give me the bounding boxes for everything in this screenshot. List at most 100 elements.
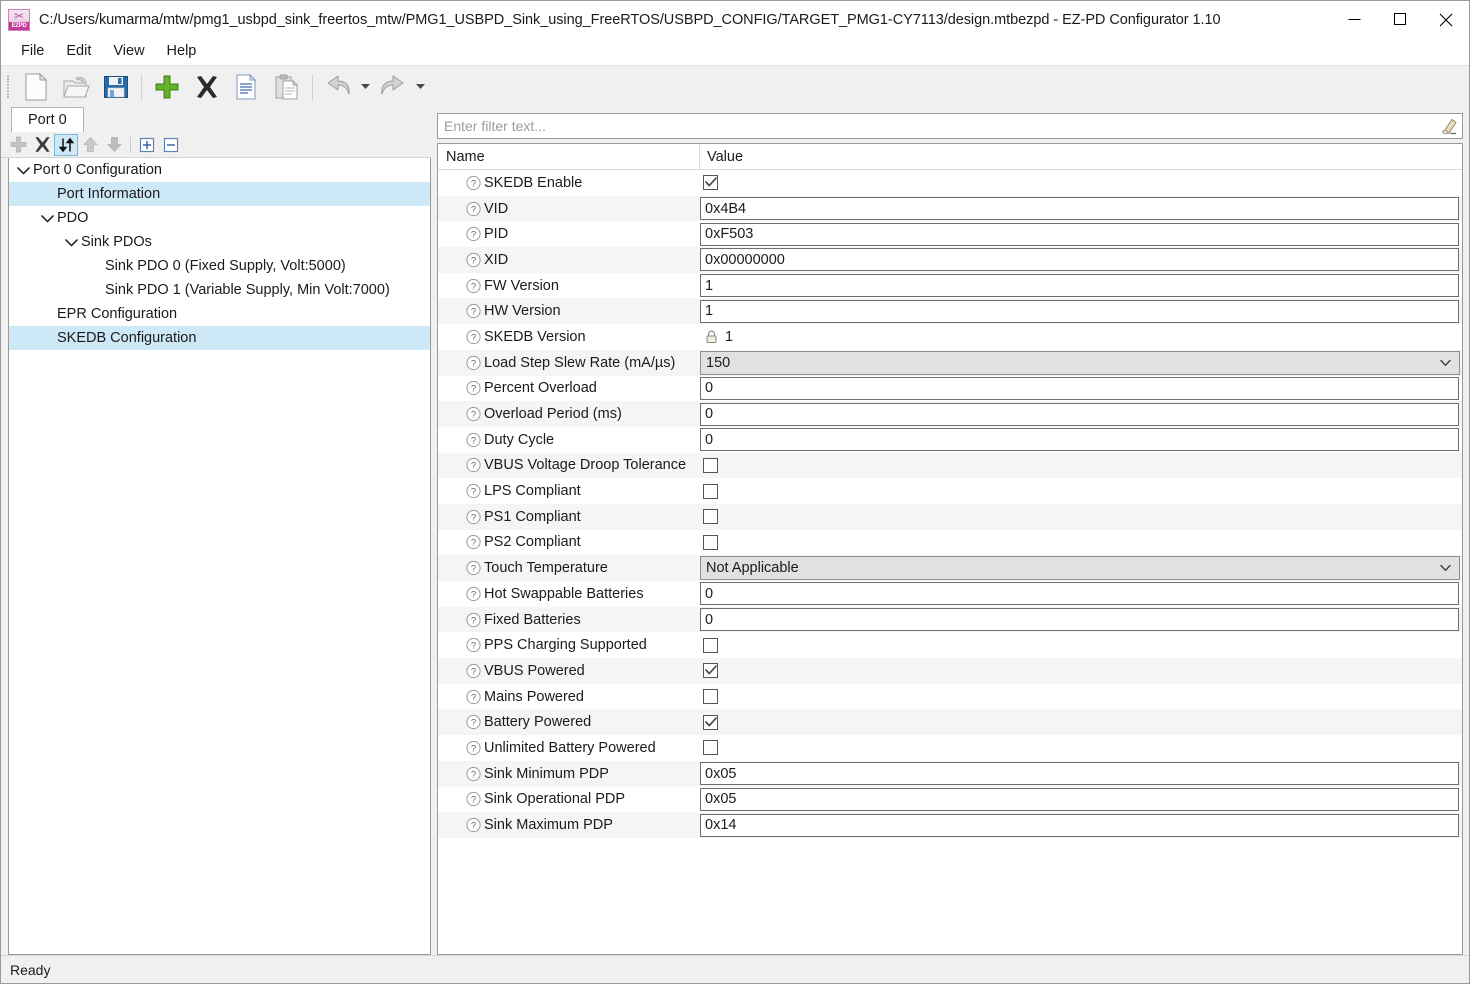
tree-item[interactable]: Sink PDO 0 (Fixed Supply, Volt:5000)	[9, 254, 430, 278]
tree-add-button[interactable]	[6, 134, 30, 156]
copy-button[interactable]	[227, 68, 267, 106]
tree-item[interactable]: EPR Configuration	[9, 302, 430, 326]
save-button[interactable]	[96, 68, 136, 106]
property-name-label: Overload Period (ms)	[484, 406, 622, 423]
question-mark-icon[interactable]: ?	[466, 663, 481, 679]
property-text-input[interactable]: 0x05	[700, 787, 1459, 811]
property-text-input[interactable]: 1	[700, 299, 1459, 323]
question-mark-icon[interactable]: ?	[466, 252, 481, 268]
tree-move-up-button[interactable]	[78, 134, 102, 156]
tree-item[interactable]: PDO	[9, 206, 430, 230]
question-mark-icon[interactable]: ?	[466, 432, 481, 447]
property-text-input[interactable]: 0x4B4	[700, 197, 1459, 221]
menu-edit[interactable]: Edit	[55, 41, 102, 62]
question-mark-icon[interactable]: ?	[466, 766, 481, 781]
question-mark-icon[interactable]: ?	[466, 201, 481, 216]
tree-item[interactable]: Sink PDO 1 (Variable Supply, Min Volt:70…	[9, 278, 430, 302]
question-mark-icon[interactable]: ?	[466, 278, 481, 293]
question-mark-icon[interactable]: ?	[466, 689, 481, 704]
property-text-input[interactable]: 0x05	[700, 762, 1459, 786]
add-button[interactable]	[147, 68, 187, 106]
tree-item[interactable]: SKEDB Configuration	[9, 326, 430, 350]
redo-button[interactable]	[373, 68, 413, 106]
menu-file[interactable]: File	[10, 41, 55, 62]
question-mark-icon[interactable]: ?	[466, 792, 481, 807]
question-mark-icon[interactable]: ?	[466, 740, 481, 756]
question-mark-icon[interactable]: ?	[466, 355, 481, 370]
chevron-down-icon[interactable]	[39, 210, 55, 226]
property-combobox[interactable]: Not Applicable	[700, 556, 1460, 581]
property-checkbox[interactable]	[703, 663, 718, 679]
property-combobox[interactable]: 150	[700, 350, 1460, 375]
column-header-value[interactable]: Value	[700, 144, 1462, 169]
property-text-input[interactable]: 0x00000000	[700, 248, 1459, 272]
open-file-button[interactable]	[56, 68, 96, 106]
property-checkbox[interactable]	[703, 534, 718, 550]
tree-collapse-all-button[interactable]	[159, 134, 183, 156]
question-mark-icon[interactable]: ?	[466, 817, 481, 833]
property-checkbox[interactable]	[703, 509, 718, 525]
question-mark-icon[interactable]: ?	[466, 227, 481, 242]
question-mark-icon[interactable]: ?	[466, 304, 481, 319]
configuration-tree[interactable]: Port 0 Configuration Port Information PDO S…	[8, 158, 431, 955]
property-checkbox[interactable]	[703, 483, 718, 499]
tab-port-0[interactable]: Port 0	[11, 107, 84, 132]
property-checkbox[interactable]	[703, 714, 718, 730]
property-checkbox[interactable]	[703, 740, 718, 756]
tree-item[interactable]: Sink PDOs	[9, 230, 430, 254]
svg-text:?: ?	[471, 589, 476, 600]
tree-item[interactable]: Port Information	[9, 182, 430, 206]
property-checkbox[interactable]	[703, 175, 718, 191]
paste-button[interactable]	[267, 68, 307, 106]
undo-button[interactable]	[318, 68, 358, 106]
question-mark-icon[interactable]: ?	[466, 381, 481, 396]
question-mark-icon[interactable]: ?	[466, 483, 481, 499]
undo-dropdown-button[interactable]	[358, 68, 373, 106]
redo-dropdown-button[interactable]	[413, 68, 428, 106]
question-mark-icon[interactable]: ?	[466, 586, 481, 601]
close-button[interactable]	[1423, 1, 1469, 38]
new-file-button[interactable]	[16, 68, 56, 106]
toolbar-grip[interactable]	[5, 73, 12, 101]
column-header-name[interactable]: Name	[438, 144, 700, 169]
property-text-input[interactable]: 0xF503	[700, 222, 1459, 246]
property-text-input[interactable]: 0	[700, 608, 1459, 632]
property-checkbox[interactable]	[703, 457, 718, 473]
question-mark-icon[interactable]: ?	[466, 329, 481, 345]
tree-item[interactable]: Port 0 Configuration	[9, 158, 430, 182]
property-checkbox[interactable]	[703, 637, 718, 653]
property-text-input[interactable]: 1	[700, 274, 1459, 298]
maximize-button[interactable]	[1377, 1, 1423, 38]
question-mark-icon[interactable]: ?	[466, 638, 481, 653]
tree-delete-button[interactable]	[30, 134, 54, 156]
question-mark-icon: ?	[466, 740, 481, 756]
property-checkbox[interactable]	[703, 689, 718, 705]
question-mark-icon[interactable]: ?	[466, 612, 481, 627]
tree-sort-toggle-button[interactable]	[54, 133, 78, 156]
question-mark-icon[interactable]: ?	[466, 561, 481, 576]
property-text-input[interactable]: 0x14	[700, 813, 1459, 837]
filter-input[interactable]	[438, 114, 1435, 138]
question-mark-icon[interactable]: ?	[466, 535, 481, 550]
question-mark-icon[interactable]: ?	[466, 509, 481, 524]
chevron-down-icon[interactable]	[63, 234, 79, 250]
property-text-input[interactable]: 0	[700, 582, 1459, 606]
x-delete-icon	[35, 137, 49, 152]
property-text-input[interactable]: 0	[700, 428, 1459, 452]
question-mark-icon[interactable]: ?	[466, 175, 481, 190]
chevron-down-icon[interactable]	[15, 162, 31, 178]
tree-move-down-button[interactable]	[102, 134, 126, 156]
minimize-button[interactable]	[1331, 1, 1377, 38]
tree-expand-all-button[interactable]	[135, 134, 159, 156]
eraser-icon	[1441, 118, 1457, 134]
question-mark-icon[interactable]: ?	[466, 458, 481, 473]
property-row: ? Percent Overload 0	[438, 375, 1462, 402]
menu-view[interactable]: View	[102, 41, 155, 62]
menu-help[interactable]: Help	[156, 41, 208, 62]
clear-filter-button[interactable]	[1435, 114, 1461, 138]
property-text-input[interactable]: 0	[700, 376, 1459, 400]
question-mark-icon[interactable]: ?	[466, 406, 481, 422]
question-mark-icon[interactable]: ?	[466, 715, 481, 730]
property-text-input[interactable]: 0	[700, 402, 1459, 426]
delete-button[interactable]	[187, 68, 227, 106]
